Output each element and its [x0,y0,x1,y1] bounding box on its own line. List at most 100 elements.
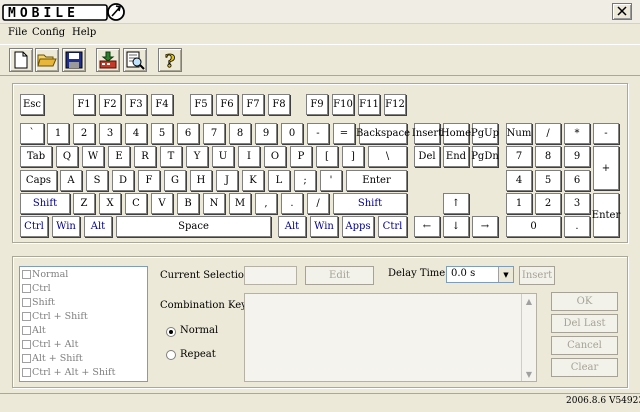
key-e[interactable]: E [108,146,130,167]
key-sym[interactable]: ` [20,123,44,144]
menu-config[interactable]: Config [32,27,65,38]
key-w[interactable]: W [82,146,104,167]
key-o[interactable]: O [264,146,286,167]
key-l[interactable]: L [268,170,290,191]
scroll-up-icon[interactable]: ▲ [522,294,536,308]
key-r[interactable]: R [134,146,156,167]
key-sym[interactable]: ' [320,170,342,191]
key-sym[interactable]: ] [342,146,364,167]
key-3[interactable]: 3 [99,123,121,144]
key-5[interactable]: 5 [151,123,173,144]
modifier-item[interactable]: Ctrl [22,282,51,295]
save-button[interactable] [62,48,86,72]
modifier-checkbox[interactable] [22,340,31,349]
key-h[interactable]: H [190,170,212,191]
key-f3[interactable]: F3 [125,94,147,115]
key-f12[interactable]: F12 [384,94,406,115]
combination-scrollbar[interactable]: ▲ ▼ [521,294,536,381]
key-win[interactable]: Win [310,216,338,237]
key-sym[interactable]: ← [414,216,440,237]
key-b[interactable]: B [177,193,199,214]
key-sym[interactable]: [ [316,146,338,167]
delay-time-select[interactable]: 0.0 s ▼ [446,266,514,283]
key-home[interactable]: Home [441,123,471,144]
key-d[interactable]: D [112,170,134,191]
key-shift[interactable]: Shift [20,193,70,214]
key-5[interactable]: 5 [535,170,561,191]
key-sym[interactable]: ↓ [443,216,469,237]
key-g[interactable]: G [164,170,186,191]
key-sym[interactable]: ↑ [443,193,469,214]
key-pgdn[interactable]: PgDn [471,146,499,167]
edit-button[interactable]: Edit [305,266,374,285]
key-f8[interactable]: F8 [268,94,290,115]
key-f[interactable]: F [138,170,160,191]
key-sym[interactable]: ; [294,170,316,191]
key-backspace[interactable]: Backspace [356,123,410,144]
modifier-checkbox[interactable] [22,354,31,363]
key-6[interactable]: 6 [177,123,199,144]
key-f5[interactable]: F5 [190,94,212,115]
key-7[interactable]: 7 [506,146,532,167]
key-apps[interactable]: Apps [342,216,374,237]
key-u[interactable]: U [212,146,234,167]
chevron-down-icon[interactable]: ▼ [498,267,513,282]
download-button[interactable] [96,48,120,72]
menu-help[interactable]: Help [72,27,96,38]
key-1[interactable]: 1 [47,123,69,144]
key-n[interactable]: N [203,193,225,214]
key-f10[interactable]: F10 [332,94,354,115]
modifier-item[interactable]: Ctrl + Alt + Shift [22,366,115,379]
key-ctrl[interactable]: Ctrl [378,216,407,237]
key-sym[interactable]: = [333,123,355,144]
modifier-item[interactable]: Ctrl + Shift [22,310,88,323]
key-9[interactable]: 9 [255,123,277,144]
key-del[interactable]: Del [414,146,440,167]
key-enter[interactable]: Enter [592,193,620,237]
key-sym[interactable]: - [593,123,619,144]
key-shift[interactable]: Shift [333,193,407,214]
key-enter[interactable]: Enter [346,170,407,191]
key-9[interactable]: 9 [564,146,590,167]
modifier-item[interactable]: Shift [22,296,55,309]
key-sym[interactable]: + [593,146,619,190]
key-sym[interactable]: - [307,123,329,144]
modifier-checkbox[interactable] [22,368,31,377]
key-3[interactable]: 3 [564,193,590,214]
key-i[interactable]: I [238,146,260,167]
insert-button[interactable]: Insert [519,266,555,285]
key-ctrl[interactable]: Ctrl [20,216,48,237]
key-tab[interactable]: Tab [20,146,52,167]
radio-repeat[interactable] [166,350,176,360]
modifier-checkbox[interactable] [22,326,31,335]
key-sym[interactable]: → [472,216,498,237]
modifier-list[interactable]: Normal Ctrl Shift Ctrl + Shift Alt Ctrl + Alt… [19,266,148,382]
inspect-button[interactable] [123,48,147,72]
key-0[interactable]: 0 [281,123,303,144]
key-7[interactable]: 7 [203,123,225,144]
key-pgup[interactable]: PgUp [471,123,499,144]
new-button[interactable] [9,48,33,72]
key-end[interactable]: End [443,146,469,167]
key-sym[interactable]: * [564,123,590,144]
key-f6[interactable]: F6 [216,94,238,115]
key-q[interactable]: Q [56,146,78,167]
key-4[interactable]: 4 [125,123,147,144]
key-4[interactable]: 4 [506,170,532,191]
key-y[interactable]: Y [186,146,208,167]
key-1[interactable]: 1 [506,193,532,214]
key-f11[interactable]: F11 [358,94,380,115]
key-2[interactable]: 2 [535,193,561,214]
clear-button[interactable]: Clear [551,358,618,377]
key-x[interactable]: X [99,193,121,214]
modifier-item[interactable]: Alt [22,324,46,337]
ok-button[interactable]: OK [551,292,618,311]
key-insert[interactable]: Insert [412,123,442,144]
cancel-button[interactable]: Cancel [551,336,618,355]
key-esc[interactable]: Esc [20,94,44,115]
key-6[interactable]: 6 [564,170,590,191]
combination-key-field[interactable] [244,293,537,382]
del-last-button[interactable]: Del Last [551,314,618,333]
modifier-item[interactable]: Normal [22,268,68,281]
key-m[interactable]: M [229,193,251,214]
